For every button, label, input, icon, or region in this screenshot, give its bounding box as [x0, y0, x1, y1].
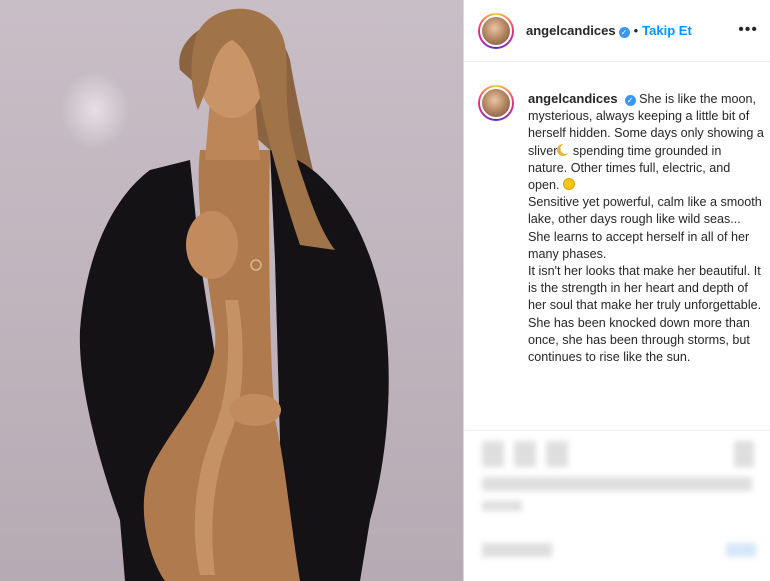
separator-dot: • [633, 23, 639, 38]
caption-paragraph-1: angelcandices ✓ She is like the moon, mys… [528, 90, 764, 194]
blurred-icon [482, 441, 504, 467]
caption-area: angelcandices ✓ She is like the moon, mys… [464, 62, 770, 434]
verified-badge-icon: ✓ [618, 27, 630, 38]
blurred-comments [464, 431, 770, 581]
caption-paragraph-5: She has been knocked down more than once… [528, 315, 750, 365]
caption-avatar[interactable] [478, 85, 514, 121]
follow-button[interactable]: Takip Et [642, 23, 692, 38]
hand-lower [229, 394, 281, 426]
hand-upper [186, 211, 238, 279]
profile-avatar[interactable] [478, 13, 514, 49]
caption-username-link[interactable]: angelcandices [528, 91, 618, 106]
post-caption: angelcandices ✓ She is like the moon, mys… [528, 90, 764, 366]
verified-badge-icon: ✓ [624, 95, 636, 106]
caption-paragraph-2: Sensitive yet powerful, calm like a smoo… [528, 195, 762, 227]
blurred-text-line [482, 477, 752, 491]
blurred-icon [514, 441, 536, 467]
sun-emoji-icon [562, 178, 575, 191]
blurred-text-line [482, 501, 522, 511]
moon-emoji-icon [557, 143, 570, 156]
blurred-icon [734, 441, 754, 467]
blurred-icon [546, 441, 568, 467]
more-options-icon[interactable]: ••• [738, 21, 758, 39]
caption-paragraph-4: It isn't her looks that make her beautif… [528, 264, 762, 313]
post-sidebar: angelcandices ✓ • Takip Et ••• angelcandice… [464, 0, 770, 581]
caption-paragraph-3: She learns to accept herself in all of h… [528, 229, 750, 261]
photo-illustration [79, 8, 389, 581]
post-photo[interactable] [0, 0, 463, 581]
header-line: angelcandices ✓ • Takip Et [526, 23, 692, 38]
username-link[interactable]: angelcandices [526, 23, 616, 38]
post-header: angelcandices ✓ • Takip Et ••• [464, 0, 770, 62]
blurred-text-line [726, 543, 756, 557]
blurred-text-line [482, 543, 552, 557]
